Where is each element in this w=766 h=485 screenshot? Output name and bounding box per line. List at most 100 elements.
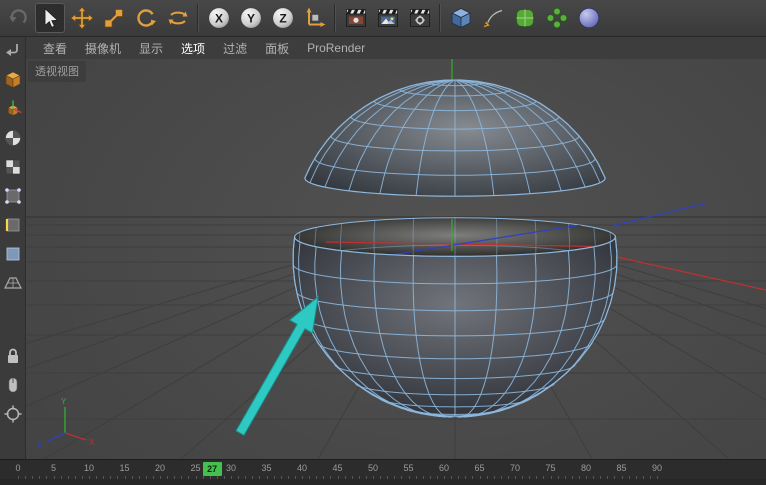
rotate-icon [134,6,158,30]
timeline-tick [46,476,47,479]
toolbar-separator [437,4,444,32]
timeline-tick [629,476,630,479]
timeline-tick [188,476,189,479]
coords-icon [303,6,327,30]
timeline-tick-label: 75 [545,463,555,473]
timeline-tick [259,476,260,479]
toolbar-separator [195,4,202,32]
lock-y-axis-button[interactable]: Y [236,3,266,33]
menu-item-0[interactable]: 查看 [34,38,76,59]
timeline-tick [231,476,232,479]
viewport[interactable]: YXZ 透视视图 [26,59,766,459]
convert-selection-button[interactable] [2,40,24,62]
timeline-tick [153,476,154,479]
render-settings-button[interactable] [405,3,435,33]
timeline-tick [529,476,530,479]
texture-mode-button[interactable] [2,127,24,149]
timeline-tick [281,476,282,479]
timeline-tick [444,476,445,479]
timeline-tick-label: 15 [119,463,129,473]
pen-spline-button[interactable] [478,3,508,33]
timeline-tick [401,476,402,479]
svg-text:Z: Z [279,11,286,25]
last-tool-button[interactable] [163,3,193,33]
timeline-tick [146,476,147,479]
timeline-tick [196,476,197,479]
lock-icon [3,346,23,366]
timeline-tick-label: 55 [403,463,413,473]
viewport-canvas[interactable]: YXZ [26,59,766,459]
add-cube-primitive-button[interactable] [446,3,476,33]
undo-button[interactable] [3,3,33,33]
timeline-tick [217,476,218,479]
model-mode-button[interactable] [2,69,24,91]
timeline-tick-label: 90 [652,463,662,473]
menu-item-1[interactable]: 摄像机 [76,38,130,59]
timeline-tick-label: 70 [510,463,520,473]
menu-item-5[interactable]: 面板 [256,38,298,59]
timeline-tick [522,476,523,479]
move-button[interactable] [67,3,97,33]
lock-workplane-button[interactable] [2,345,24,367]
polygons-mode-button[interactable] [2,243,24,265]
timeline-tick [288,476,289,479]
enable-snap-button[interactable] [2,403,24,425]
render-view-icon [344,6,368,30]
timeline-tick [68,476,69,479]
scale-icon [102,6,126,30]
render-picture-viewer-button[interactable] [373,3,403,33]
timeline-tick [465,476,466,479]
lock-z-axis-button[interactable]: Z [268,3,298,33]
timeline-tick [643,476,644,479]
timeline-tick [423,476,424,479]
timeline-tick [167,476,168,479]
timeline-tick [409,476,410,479]
object-axis-mode-button[interactable] [2,98,24,120]
timeline-tick [345,476,346,479]
timeline-tick [508,476,509,479]
points-mode-button[interactable] [2,185,24,207]
menu-item-4[interactable]: 过滤 [214,38,256,59]
timeline-ruler[interactable]: 05101520253035404550556065707580859027 [0,459,766,479]
cube-axis-icon [3,99,23,119]
timeline-tick [252,476,253,479]
subdivision-surface-button[interactable] [510,3,540,33]
live-selection-button[interactable] [35,3,65,33]
render-view-button[interactable] [341,3,371,33]
timeline-tick-label: 30 [226,463,236,473]
cube-orange-icon [3,70,23,90]
timeline-tick [650,476,651,479]
menu-item-2[interactable]: 显示 [130,38,172,59]
timeline-tick-label: 65 [474,463,484,473]
timeline-tick-label: 0 [15,463,20,473]
timeline-tick [586,476,587,479]
edges-mode-button[interactable] [2,214,24,236]
cycle-icon [166,6,190,30]
timeline-tick [309,476,310,479]
timeline-tick [636,476,637,479]
timeline-tick [75,476,76,479]
array-generator-button[interactable] [542,3,572,33]
metaball-button[interactable] [574,3,604,33]
timeline-tick [210,476,211,479]
timeline-tick [579,476,580,479]
timeline-tick-label: 5 [51,463,56,473]
viewport-navigation-button[interactable] [2,374,24,396]
rotate-button[interactable] [131,3,161,33]
left-toolbar [0,37,26,459]
menu-item-3[interactable]: 选项 [172,38,214,59]
workplane-mode-button[interactable] [2,272,24,294]
timeline-tick-label: 25 [190,463,200,473]
menu-item-6[interactable]: ProRender [298,39,374,57]
timeline-tick [494,476,495,479]
timeline-tick [558,476,559,479]
timeline-tick-label: 10 [84,463,94,473]
uv-edit-mode-button[interactable] [2,156,24,178]
lock-x-axis-button[interactable]: X [204,3,234,33]
timeline-tick [380,476,381,479]
coordinate-system-button[interactable] [300,3,330,33]
checker-ball-icon [3,128,23,148]
current-frame-marker[interactable]: 27 [203,462,222,476]
scale-button[interactable] [99,3,129,33]
main-area: 查看摄像机显示选项过滤面板ProRender YXZ 透视视图 [0,37,766,459]
